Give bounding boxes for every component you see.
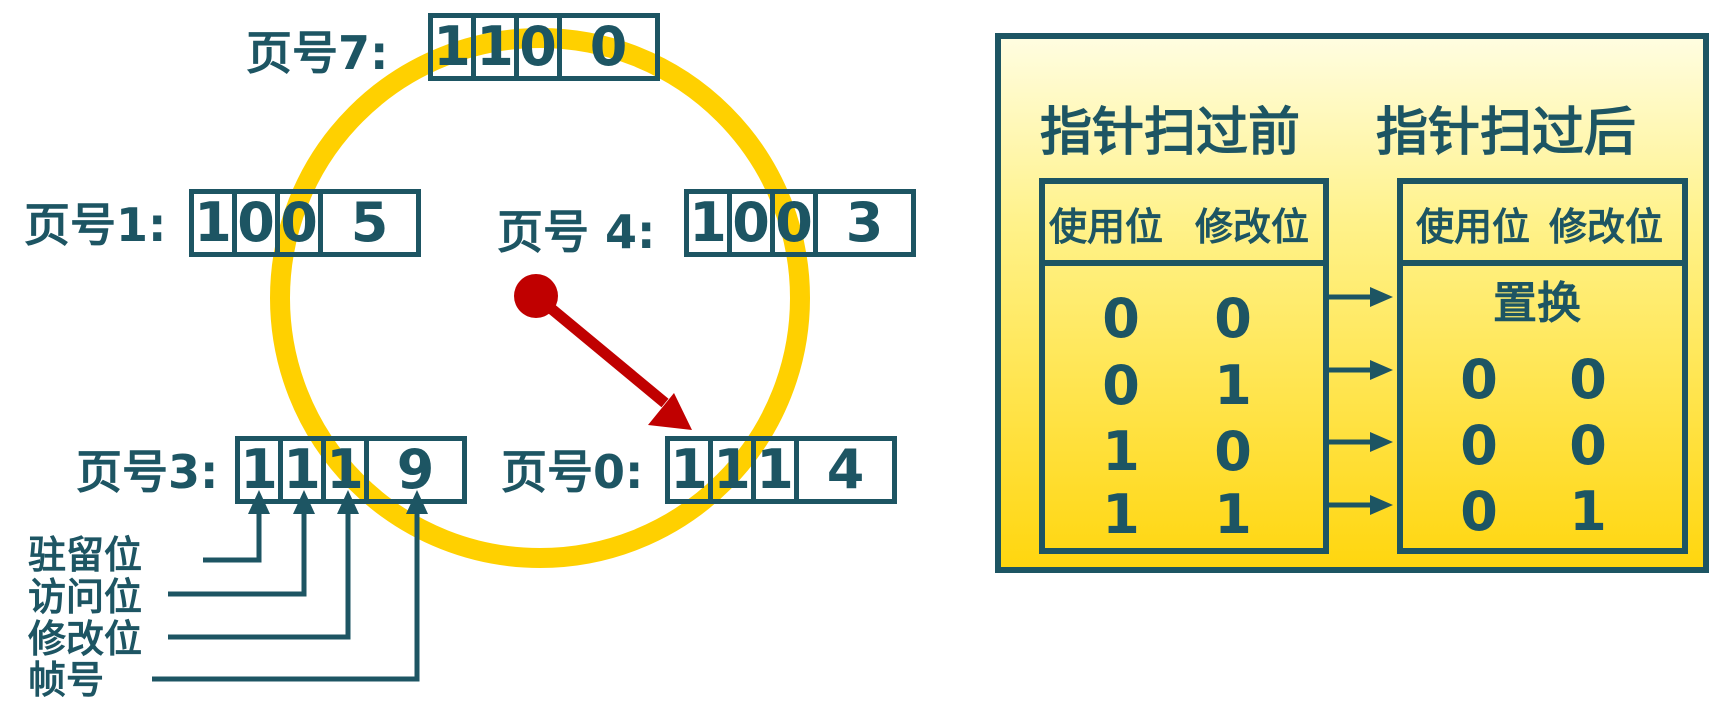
transition-arrow-3 xyxy=(1323,432,1393,452)
transition-arrow-2 xyxy=(1323,360,1393,380)
transition-arrow-4 xyxy=(1323,495,1393,515)
transition-arrow-1 xyxy=(1323,287,1393,307)
transition-arrows xyxy=(1323,287,1393,515)
